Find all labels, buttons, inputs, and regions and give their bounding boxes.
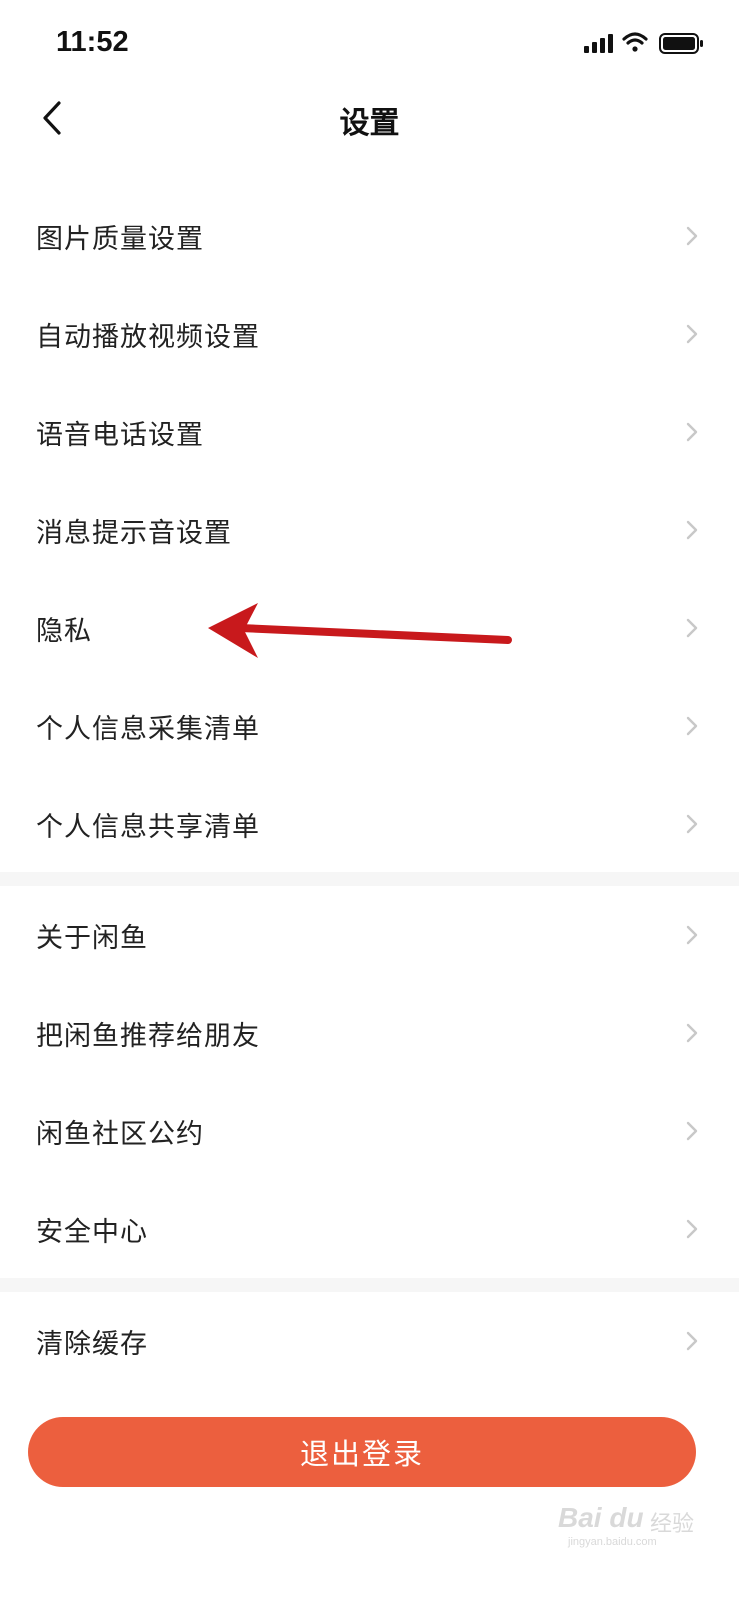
status-time: 11:52 bbox=[56, 26, 129, 58]
page-title: 设置 bbox=[339, 106, 400, 141]
nav-bar: 设置 bbox=[0, 88, 739, 148]
settings-item-about[interactable]: 关于闲鱼 bbox=[0, 886, 739, 984]
status-bar: 11:52 bbox=[0, 0, 739, 88]
settings-group-about: 关于闲鱼 把闲鱼推荐给朋友 闲鱼社区公约 安全中心 bbox=[0, 886, 739, 1278]
settings-group-cache: 清除缓存 bbox=[0, 1292, 739, 1390]
chevron-right-icon bbox=[686, 226, 698, 246]
baidu-watermark: Bai du 经验 jingyan.baidu.com bbox=[556, 1494, 726, 1554]
chevron-right-icon bbox=[686, 925, 698, 945]
settings-item-label: 安全中心 bbox=[36, 1216, 148, 1248]
chevron-right-icon bbox=[686, 422, 698, 442]
settings-item-label: 个人信息采集清单 bbox=[36, 713, 260, 745]
chevron-right-icon bbox=[686, 618, 698, 638]
chevron-right-icon bbox=[686, 1023, 698, 1043]
settings-item-label: 把闲鱼推荐给朋友 bbox=[36, 1020, 260, 1052]
watermark-url: jingyan.baidu.com bbox=[568, 1536, 657, 1548]
chevron-right-icon bbox=[686, 814, 698, 834]
chevron-right-icon bbox=[686, 716, 698, 736]
chevron-right-icon bbox=[686, 1331, 698, 1351]
settings-item-label: 消息提示音设置 bbox=[36, 517, 232, 549]
battery-icon bbox=[659, 33, 703, 54]
settings-item-clear-cache[interactable]: 清除缓存 bbox=[0, 1292, 739, 1390]
chevron-right-icon bbox=[686, 520, 698, 540]
settings-item-label: 闲鱼社区公约 bbox=[36, 1118, 204, 1150]
watermark-brand: Bai du bbox=[558, 1502, 644, 1533]
signal-icon bbox=[584, 34, 613, 53]
settings-item-label: 关于闲鱼 bbox=[36, 922, 148, 954]
settings-item-autoplay-video[interactable]: 自动播放视频设置 bbox=[0, 285, 739, 383]
settings-item-image-quality[interactable]: 图片质量设置 bbox=[0, 187, 739, 285]
chevron-right-icon bbox=[686, 324, 698, 344]
chevron-right-icon bbox=[686, 1219, 698, 1239]
settings-item-voice-call[interactable]: 语音电话设置 bbox=[0, 383, 739, 481]
settings-group-general: 图片质量设置 自动播放视频设置 语音电话设置 消息提示音设置 隐私 个人信息采集… bbox=[0, 187, 739, 873]
settings-item-label: 图片质量设置 bbox=[36, 223, 204, 255]
settings-item-notification-sound[interactable]: 消息提示音设置 bbox=[0, 481, 739, 579]
settings-item-label: 自动播放视频设置 bbox=[36, 321, 260, 353]
settings-item-security-center[interactable]: 安全中心 bbox=[0, 1180, 739, 1278]
settings-item-label: 隐私 bbox=[36, 615, 92, 647]
settings-item-label: 清除缓存 bbox=[36, 1328, 148, 1360]
wifi-icon bbox=[622, 32, 648, 52]
section-divider bbox=[0, 872, 739, 886]
watermark-cn: 经验 bbox=[650, 1511, 695, 1536]
settings-item-info-collection[interactable]: 个人信息采集清单 bbox=[0, 677, 739, 775]
logout-button[interactable]: 退出登录 bbox=[28, 1417, 696, 1487]
annotation-arrow bbox=[208, 603, 512, 658]
settings-item-info-sharing[interactable]: 个人信息共享清单 bbox=[0, 775, 739, 873]
section-divider bbox=[0, 1278, 739, 1292]
settings-item-recommend[interactable]: 把闲鱼推荐给朋友 bbox=[0, 984, 739, 1082]
status-icons bbox=[582, 30, 707, 58]
settings-item-label: 语音电话设置 bbox=[36, 419, 204, 451]
settings-item-community-rules[interactable]: 闲鱼社区公约 bbox=[0, 1082, 739, 1180]
settings-item-label: 个人信息共享清单 bbox=[36, 811, 260, 843]
chevron-right-icon bbox=[686, 1121, 698, 1141]
